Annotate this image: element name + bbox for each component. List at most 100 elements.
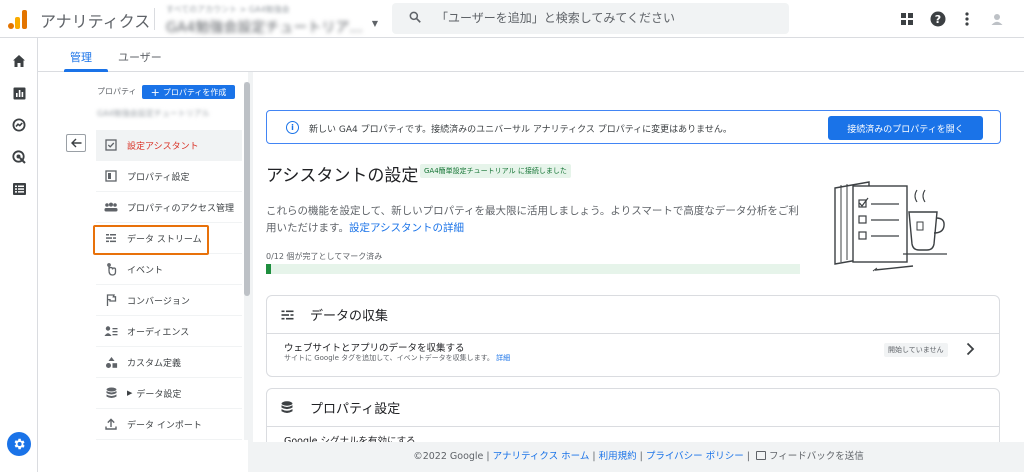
menu-item-property-settings[interactable]: プロパティ設定 (96, 161, 242, 192)
card-title: プロパティ設定 (310, 402, 401, 417)
learn-more-link[interactable]: 設定アシスタントの詳細 (349, 222, 464, 234)
data-collection-icon (280, 308, 294, 322)
menu-item-label: コンバージョン (127, 296, 190, 307)
property-settings-icon (104, 169, 118, 183)
task-row-collect-data[interactable]: ウェブサイトとアプリのデータを収集する サイトに Google タグを追加して、… (267, 334, 999, 366)
property-name[interactable]: GA4勉強会設定チュートリアル (97, 108, 210, 119)
card-title: データの収集 (310, 309, 389, 324)
banner-text: 新しい GA4 プロパティです。接続済みのユニバーサル アナリティクス プロパテ… (309, 125, 732, 135)
footer-link-terms[interactable]: 利用規約 (599, 451, 637, 462)
app-title: アナリティクス (40, 12, 151, 31)
admin-tabs: 管理 ユーザー (38, 38, 1024, 72)
info-banner: i 新しい GA4 プロパティです。接続済みのユニバーサル アナリティクス プロ… (266, 110, 1001, 144)
expand-arrow-icon[interactable]: ▶ (127, 389, 132, 397)
footer: ©2022 Google | アナリティクス ホーム | 利用規約 | プライバ… (413, 451, 864, 462)
menu-item-label: イベント (127, 265, 164, 276)
checklist-icon (104, 138, 118, 152)
task-subtitle: サイトに Google タグを追加して、イベントデータを収集します。 詳細 (284, 353, 510, 363)
menu-item-label: データ設定 (136, 389, 182, 400)
analytics-logo-icon[interactable] (8, 9, 28, 29)
info-icon: i (286, 121, 299, 134)
task-details-link[interactable]: 詳細 (496, 354, 510, 362)
card-data-collection: データの収集 ウェブサイトとアプリのデータを収集する サイトに Google タ… (266, 295, 1000, 377)
footer-link-analytics-home[interactable]: アナリティクス ホーム (493, 451, 590, 462)
task-row-google-signals[interactable]: Google シグナルを有効にする (267, 427, 999, 442)
divider (154, 8, 155, 30)
help-icon[interactable]: ? (928, 9, 948, 29)
footer-link-privacy[interactable]: プライバシー ポリシー (646, 451, 744, 462)
account-property-name: GA4勉強会設定チュートリア... (166, 20, 363, 36)
back-arrow-button[interactable] (66, 134, 86, 152)
menu-item-label: データ ストリーム (127, 234, 202, 245)
menu-item-label: オーディエンス (127, 327, 190, 338)
progress-label: 0/12 個が完了としてマーク済み (266, 252, 383, 261)
open-connected-property-button[interactable]: 接続済みのプロパティを開く (828, 116, 983, 140)
reports-icon[interactable] (10, 84, 28, 102)
upload-icon (104, 417, 118, 431)
task-subtitle-text: サイトに Google タグを追加して、イベントデータを収集します。 (284, 354, 494, 362)
tab-admin[interactable]: 管理 (70, 49, 92, 65)
checklist-coffee-illustration-icon (834, 181, 947, 272)
search-bar[interactable] (392, 3, 789, 34)
home-icon[interactable] (10, 52, 28, 70)
apps-grid-icon[interactable] (897, 9, 917, 29)
search-input[interactable] (436, 8, 776, 28)
tab-users[interactable]: ユーザー (118, 49, 162, 65)
account-path: すべてのアカウント > GA4勉強会 (166, 5, 290, 14)
menu-item-label: カスタム定義 (127, 358, 182, 369)
progress-fill (266, 264, 272, 274)
account-avatar-icon[interactable] (987, 9, 1007, 29)
progress-bar (266, 264, 800, 274)
card-property-settings: プロパティ設定 Google シグナルを有効にする (266, 388, 1000, 442)
more-vert-icon[interactable] (957, 9, 977, 29)
plus-icon: + (150, 85, 160, 99)
card-header: データの収集 (267, 296, 999, 334)
people-icon (104, 200, 118, 214)
copyright: ©2022 Google (413, 451, 484, 462)
menu-item-conversions[interactable]: コンバージョン (96, 285, 242, 316)
connected-badge: GA4簡単設定チュートリアル に接続しました (420, 164, 571, 178)
database-icon (104, 386, 118, 400)
feedback-icon (755, 451, 766, 460)
status-badge: 開始していません (884, 343, 948, 357)
arrow-left-icon (70, 138, 81, 148)
page-title: アシスタントの設定 (266, 166, 419, 186)
menu-item-data-import[interactable]: データ インポート (96, 409, 242, 440)
top-bar: アナリティクス すべてのアカウント > GA4勉強会 GA4勉強会設定チュートリ… (0, 0, 1024, 38)
admin-scrollbar-thumb[interactable] (244, 82, 250, 296)
description-text: これらの機能を設定して、新しいプロパティを最大限に活用しましょう。よりスマートで… (266, 205, 799, 234)
menu-item-events[interactable]: イベント (96, 254, 242, 285)
menu-item-data-streams[interactable]: データ ストリーム (93, 223, 242, 255)
chevron-right-icon[interactable] (965, 342, 975, 356)
create-property-label: プロパティを作成 (162, 87, 227, 97)
menu-item-setup-assistant[interactable]: 設定アシスタント (96, 130, 242, 161)
setup-assistant-panel: i 新しい GA4 プロパティです。接続済みのユニバーサル アナリティクス プロ… (253, 72, 1024, 442)
admin-gear-icon[interactable] (7, 432, 31, 456)
advertising-icon[interactable] (10, 148, 28, 166)
task-title: ウェブサイトとアプリのデータを収集する (284, 343, 465, 354)
configure-list-icon[interactable] (10, 180, 28, 198)
left-nav-rail (0, 38, 38, 472)
menu-item-label: プロパティのアクセス管理 (127, 203, 235, 214)
create-property-button[interactable]: + プロパティを作成 (142, 85, 235, 99)
flag-icon (104, 293, 118, 307)
admin-property-column: プロパティ + プロパティを作成 GA4勉強会設定チュートリアル 設定アシスタン… (38, 72, 248, 472)
menu-item-data-settings[interactable]: ▶ データ設定 (96, 378, 242, 409)
events-icon (104, 262, 118, 276)
audience-icon (104, 324, 118, 338)
card-header: プロパティ設定 (267, 389, 999, 427)
task-title: Google シグナルを有効にする (284, 436, 416, 442)
custom-definitions-icon (104, 355, 118, 369)
explore-icon[interactable] (10, 116, 28, 134)
menu-item-label: プロパティ設定 (127, 172, 190, 183)
property-menu: 設定アシスタント プロパティ設定 プロパティのアクセス管理 データ ストリーム … (93, 130, 242, 440)
search-icon (409, 11, 421, 23)
svg-text:?: ? (935, 13, 941, 26)
database-icon (280, 401, 294, 415)
feedback-link[interactable]: フィードバックを送信 (769, 451, 864, 462)
menu-item-access-management[interactable]: プロパティのアクセス管理 (96, 192, 242, 223)
menu-item-audiences[interactable]: オーディエンス (96, 316, 242, 347)
account-selector[interactable]: すべてのアカウント > GA4勉強会 GA4勉強会設定チュートリア... ▼ (166, 4, 378, 36)
data-stream-icon (104, 231, 118, 245)
menu-item-custom-definitions[interactable]: カスタム定義 (96, 347, 242, 378)
